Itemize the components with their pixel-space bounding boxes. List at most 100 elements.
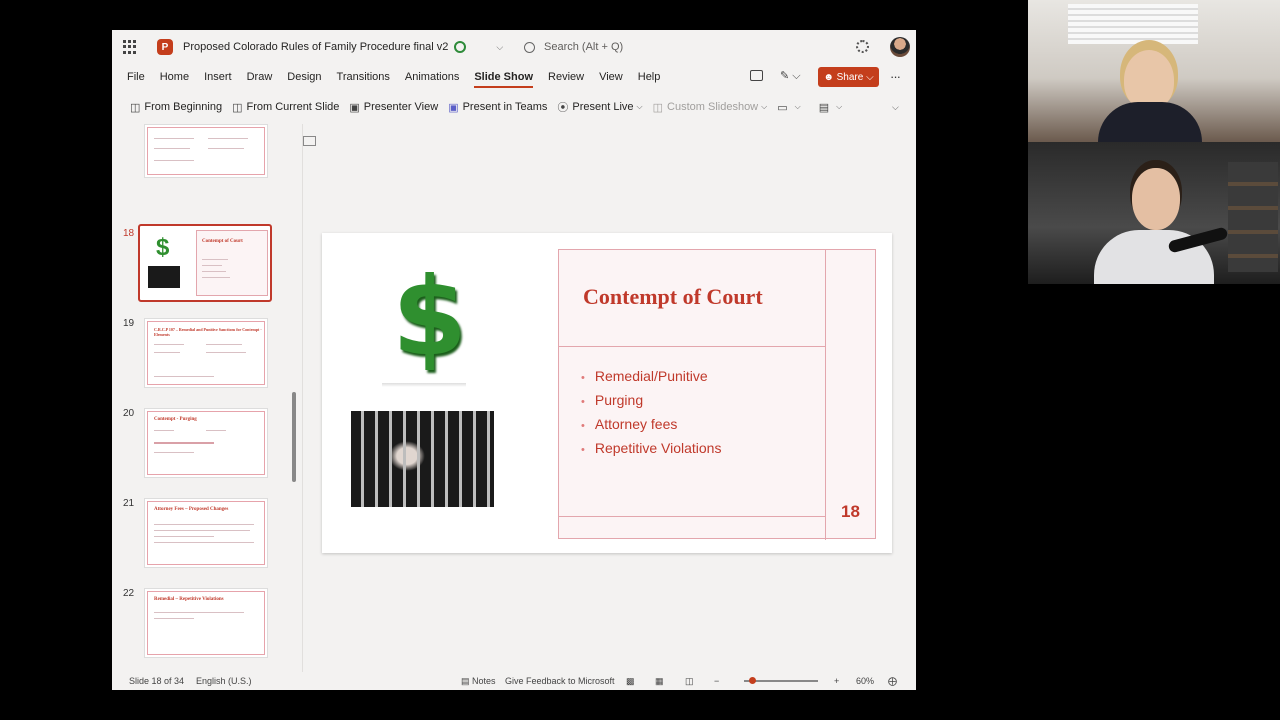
tab-home[interactable]: Home xyxy=(160,71,189,83)
tab-file[interactable]: File xyxy=(127,71,145,83)
slide-bullet-list[interactable]: Remedial/Punitive Purging Attorney fees … xyxy=(581,368,722,464)
avatar[interactable] xyxy=(890,37,910,57)
slide-thumbnail-pane: 18 $ Contempt of Court 19 C.R.C.P 107 – … xyxy=(112,124,300,672)
feedback-link[interactable]: Give Feedback to Microsoft xyxy=(505,676,615,686)
zoom-slider-handle[interactable] xyxy=(749,677,756,684)
chevron-down-icon: ⌵ xyxy=(636,102,643,111)
slide-thumbnail-19[interactable]: C.R.C.P 107 – Remedial and Punitive Sanc… xyxy=(144,318,268,388)
tab-design[interactable]: Design xyxy=(287,71,321,83)
zoom-level[interactable]: 60% xyxy=(856,676,874,686)
from-beginning-button[interactable]: ◫ From Beginning xyxy=(130,101,222,114)
app-launcher-icon[interactable] xyxy=(123,40,137,54)
thumbnail-line xyxy=(154,344,184,345)
tab-help[interactable]: Help xyxy=(638,71,661,83)
normal-view-icon[interactable]: ▩ xyxy=(626,676,635,687)
slide-sorter-icon[interactable]: ▦ xyxy=(655,676,664,687)
thumbnail-number: 21 xyxy=(123,498,135,509)
slide-thumbnail-18[interactable]: $ Contempt of Court xyxy=(138,224,272,302)
present-live-button[interactable]: ⦿ Present Live ⌵ xyxy=(557,99,642,115)
zoom-out-icon[interactable]: − xyxy=(714,676,719,686)
comment-icon[interactable] xyxy=(750,70,763,81)
jail-bar xyxy=(445,411,448,507)
notes-icon: ▤ xyxy=(461,675,470,686)
teams-icon: ▣ xyxy=(448,101,459,114)
zoom-in-icon[interactable]: + xyxy=(834,676,839,686)
tab-slide-show[interactable]: Slide Show xyxy=(474,71,533,88)
slide-thumbnail-17[interactable] xyxy=(144,124,268,178)
more-options-icon[interactable]: ··· xyxy=(890,69,901,84)
thumbnail-scrollbar[interactable] xyxy=(292,392,296,482)
thumbnail-title: C.R.C.P 107 – Remedial and Punitive Sanc… xyxy=(154,327,262,337)
tab-transitions[interactable]: Transitions xyxy=(337,71,390,83)
notes-button[interactable]: ▤ Notes xyxy=(461,676,496,687)
dollar-reflection xyxy=(382,383,466,387)
participant-face xyxy=(1132,168,1180,230)
current-slide[interactable]: $ Contempt of Court Remedial xyxy=(322,233,892,553)
tab-animations[interactable]: Animations xyxy=(405,71,459,83)
chevron-down-icon: ⌵ xyxy=(761,102,768,111)
document-title[interactable]: Proposed Colorado Rules of Family Proced… xyxy=(183,41,448,53)
jail-bar xyxy=(431,411,434,507)
thumbnail-line xyxy=(154,430,174,431)
chevron-down-icon[interactable]: ⌵ xyxy=(496,42,503,53)
language-indicator[interactable]: English (U.S.) xyxy=(196,676,252,686)
search-icon xyxy=(524,41,535,53)
setup-button[interactable]: ▭ ⌵ xyxy=(777,101,800,114)
thumbnail-line xyxy=(202,277,230,278)
play-from-start-icon: ◫ xyxy=(130,101,141,114)
thumbnail-line xyxy=(208,148,244,149)
thumbnail-number: 22 xyxy=(123,588,135,599)
presenter-view-button[interactable]: ▣ Presenter View xyxy=(349,101,438,114)
slide-text-panel: Contempt of Court Remedial/Punitive Purg… xyxy=(558,249,876,540)
slide-thumbnail-21[interactable]: Attorney Fees – Proposed Changes xyxy=(144,498,268,568)
captions-button[interactable]: ▤ ⌵ xyxy=(819,101,842,114)
tab-insert[interactable]: Insert xyxy=(204,71,232,83)
saved-status-icon xyxy=(454,41,467,53)
tab-draw[interactable]: Draw xyxy=(247,71,273,83)
thumbnail-frame: Attorney Fees – Proposed Changes xyxy=(147,501,265,565)
background-shelf xyxy=(1228,162,1278,272)
slide-title[interactable]: Contempt of Court xyxy=(583,284,763,310)
custom-slideshow-button[interactable]: ◫ Custom Slideshow ⌵ xyxy=(653,101,768,114)
jail-bars-image xyxy=(351,411,494,507)
video-tile-participant-1 xyxy=(1028,0,1280,142)
divider-vertical xyxy=(825,250,826,540)
fit-to-window-icon[interactable]: ⨁ xyxy=(888,676,897,687)
tab-view[interactable]: View xyxy=(599,71,623,83)
present-in-teams-button[interactable]: ▣ Present in Teams xyxy=(448,101,547,114)
jail-bar xyxy=(361,411,364,507)
thumbnail-line xyxy=(154,530,250,531)
jail-bar xyxy=(473,411,476,507)
from-current-slide-button[interactable]: ◫ From Current Slide xyxy=(232,101,339,114)
dollar-icon: $ xyxy=(156,234,170,261)
thumbnail-line xyxy=(206,344,242,345)
divider-horizontal xyxy=(559,516,826,517)
jail-bar xyxy=(375,411,378,507)
thumbnail-number: 20 xyxy=(123,408,135,419)
reading-view-icon[interactable]: ◫ xyxy=(685,676,694,687)
editing-mode-button[interactable]: ✎ ⌵ xyxy=(780,69,801,83)
search-placeholder[interactable]: Search (Alt + Q) xyxy=(544,41,623,53)
presenter-view-icon: ▣ xyxy=(349,101,360,114)
jail-image xyxy=(148,266,180,288)
chevron-down-icon: ⌵ xyxy=(836,102,843,111)
gear-icon[interactable] xyxy=(856,40,869,53)
video-tile-participant-2 xyxy=(1028,142,1280,284)
show-thumbnails-icon[interactable] xyxy=(303,136,316,146)
thumbnail-line xyxy=(154,542,254,543)
share-button[interactable]: ☻ Share ⌵ xyxy=(818,67,879,87)
powerpoint-window: P Proposed Colorado Rules of Family Proc… xyxy=(112,30,916,690)
jail-bar xyxy=(403,411,406,507)
search-box[interactable]: Search (Alt + Q) xyxy=(512,36,828,58)
tab-review[interactable]: Review xyxy=(548,71,584,83)
thumbnail-line xyxy=(154,376,214,377)
bullet-item: Repetitive Violations xyxy=(581,440,722,456)
slide-thumbnail-22[interactable]: Remedial – Repetitive Violations xyxy=(144,588,268,658)
collapse-ribbon-icon[interactable]: ⌵ xyxy=(892,102,899,113)
slide-image-column: $ xyxy=(322,233,544,553)
slide-thumbnail-20[interactable]: Contempt - Purging xyxy=(144,408,268,478)
from-beginning-label: From Beginning xyxy=(144,101,223,113)
from-current-label: From Current Slide xyxy=(246,101,340,113)
jail-bar xyxy=(459,411,462,507)
slide-counter: Slide 18 of 34 xyxy=(129,676,185,686)
